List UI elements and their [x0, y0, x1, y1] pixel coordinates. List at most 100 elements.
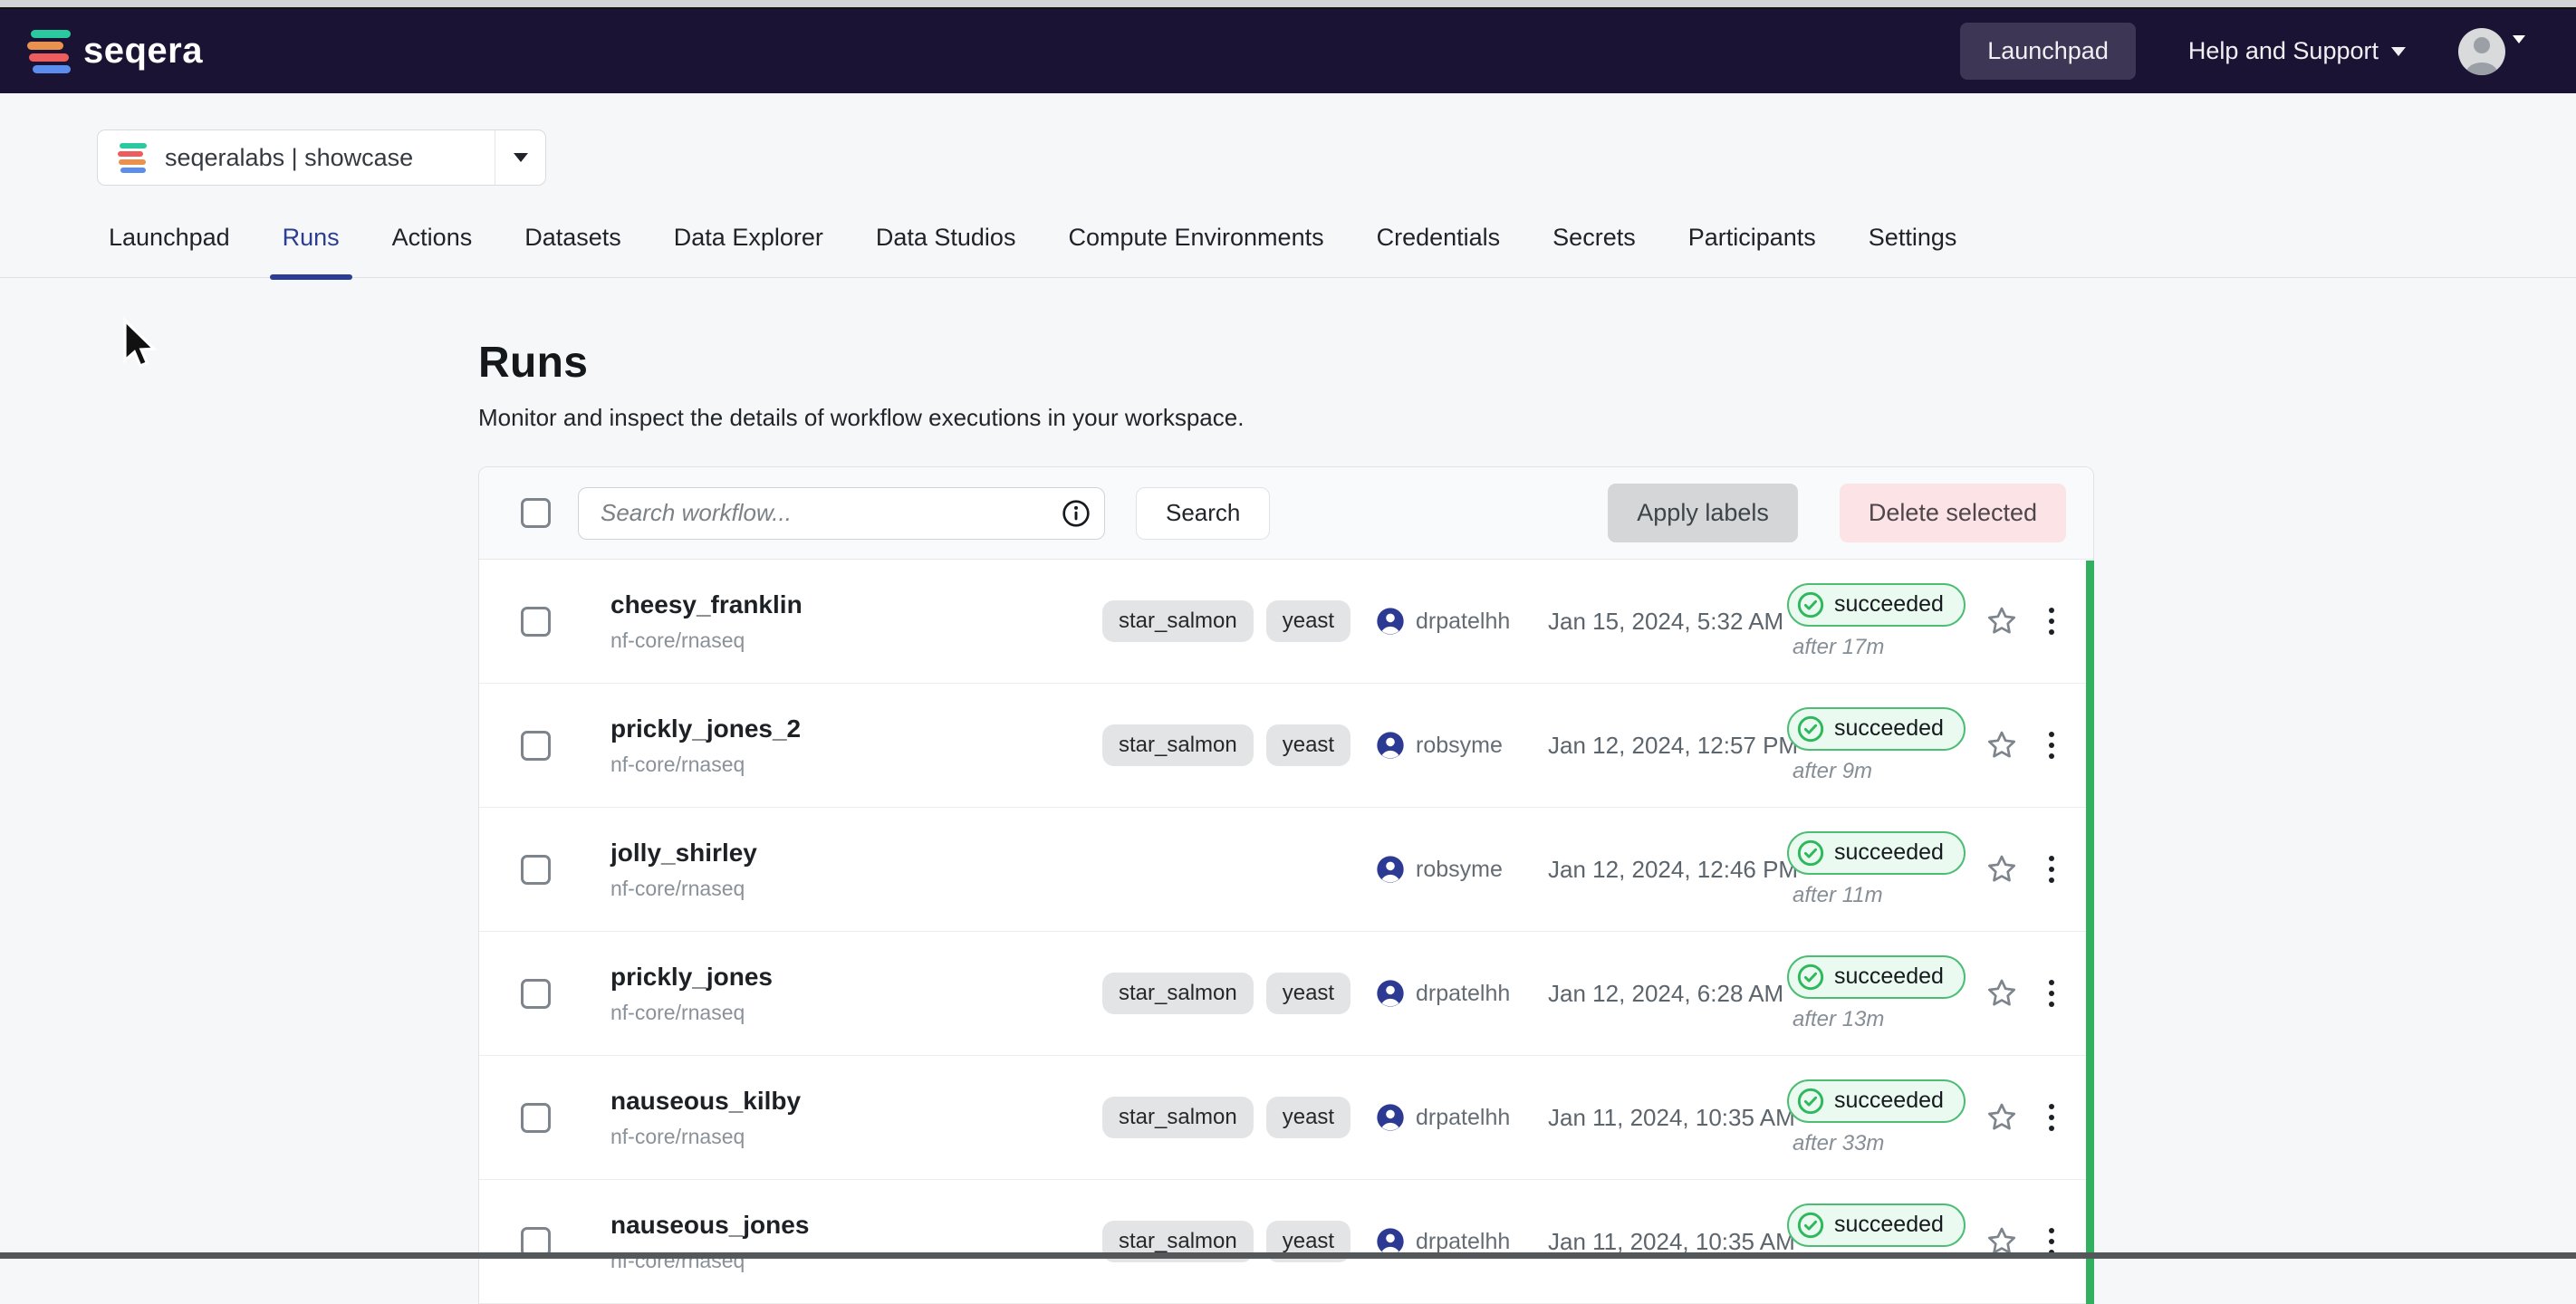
- row-checkbox[interactable]: [521, 979, 551, 1009]
- label-pill[interactable]: star_salmon: [1102, 973, 1254, 1014]
- label-pill[interactable]: yeast: [1266, 600, 1350, 642]
- top-navbar: seqera Launchpad Help and Support: [0, 9, 2576, 93]
- help-and-support-menu[interactable]: Help and Support: [2188, 37, 2406, 65]
- run-user-name: drpatelhh: [1416, 981, 1510, 1007]
- status-badge: succeeded: [1787, 1079, 1966, 1123]
- run-pipeline-repo: nf-core/rnaseq: [610, 628, 1075, 653]
- star-icon[interactable]: [1981, 851, 2023, 887]
- run-user-name: drpatelhh: [1416, 609, 1510, 635]
- run-row[interactable]: prickly_jones_2 nf-core/rnaseq star_salm…: [479, 684, 2093, 808]
- user-menu[interactable]: [2458, 28, 2525, 75]
- mouse-cursor: [114, 317, 165, 375]
- select-all-checkbox[interactable]: [521, 498, 551, 528]
- run-start-date: Jan 11, 2024, 10:35 AM: [1548, 1228, 1756, 1256]
- label-pill[interactable]: yeast: [1266, 1097, 1350, 1138]
- label-pill[interactable]: star_salmon: [1102, 600, 1254, 642]
- star-icon[interactable]: [1981, 603, 2023, 639]
- run-start-date: Jan 12, 2024, 12:57 PM: [1548, 732, 1756, 760]
- status-badge: succeeded: [1787, 831, 1966, 875]
- label-pill[interactable]: yeast: [1266, 973, 1350, 1014]
- run-launched-by: drpatelhh: [1376, 979, 1539, 1008]
- tab-credentials[interactable]: Credentials: [1375, 224, 1503, 277]
- avatar: [2458, 28, 2505, 75]
- run-row[interactable]: nauseous_jones nf-core/rnaseq star_salmo…: [479, 1180, 2093, 1304]
- tab-secrets[interactable]: Secrets: [1551, 224, 1638, 277]
- row-menu-kebab-icon[interactable]: [2037, 732, 2066, 759]
- row-checkbox[interactable]: [521, 607, 551, 637]
- run-status: succeeded after 11m: [1787, 831, 1974, 908]
- workspace-selector[interactable]: seqeralabs | showcase: [97, 129, 546, 186]
- status-badge: succeeded: [1787, 955, 1966, 999]
- label-pill[interactable]: star_salmon: [1102, 724, 1254, 766]
- check-circle-icon: [1796, 1087, 1825, 1116]
- run-status: succeeded after 33m: [1787, 1079, 1974, 1156]
- tab-launchpad[interactable]: Launchpad: [107, 224, 232, 277]
- status-label: succeeded: [1834, 964, 1944, 990]
- runs-toolbar: Search Apply labels Delete selected: [479, 467, 2093, 560]
- run-name[interactable]: nauseous_jones: [610, 1211, 1075, 1240]
- run-row[interactable]: prickly_jones nf-core/rnaseq star_salmon…: [479, 932, 2093, 1056]
- run-status: succeeded after 17m: [1787, 583, 1974, 660]
- run-start-date: Jan 11, 2024, 10:35 AM: [1548, 1104, 1756, 1132]
- row-menu-kebab-icon[interactable]: [2037, 608, 2066, 635]
- apply-labels-button[interactable]: Apply labels: [1608, 484, 1798, 542]
- tab-runs[interactable]: Runs: [281, 224, 341, 277]
- run-name[interactable]: prickly_jones: [610, 963, 1075, 992]
- run-name[interactable]: cheesy_franklin: [610, 590, 1075, 619]
- run-duration: after 9m: [1787, 759, 1974, 784]
- scroll-indicator-bar: [2086, 561, 2094, 1304]
- launchpad-button[interactable]: Launchpad: [1960, 23, 2136, 80]
- tab-data-studios[interactable]: Data Studios: [874, 224, 1018, 277]
- run-row[interactable]: nauseous_kilby nf-core/rnaseq star_salmo…: [479, 1056, 2093, 1180]
- run-pipeline-repo: nf-core/rnaseq: [610, 753, 1075, 777]
- row-checkbox[interactable]: [521, 855, 551, 885]
- status-label: succeeded: [1834, 1088, 1944, 1114]
- label-pill[interactable]: yeast: [1266, 724, 1350, 766]
- page-subtitle: Monitor and inspect the details of workf…: [478, 404, 2094, 432]
- run-duration: after 17m: [1787, 635, 1974, 660]
- search-button[interactable]: Search: [1136, 487, 1270, 540]
- star-icon[interactable]: [1981, 727, 2023, 763]
- delete-selected-button[interactable]: Delete selected: [1840, 484, 2066, 542]
- tab-actions[interactable]: Actions: [390, 224, 475, 277]
- row-checkbox[interactable]: [521, 1103, 551, 1133]
- check-circle-icon: [1796, 839, 1825, 868]
- run-pipeline-repo: nf-core/rnaseq: [610, 1001, 1075, 1025]
- check-circle-icon: [1796, 590, 1825, 619]
- workspace-selector-dropdown-toggle[interactable]: [495, 130, 545, 185]
- tab-datasets[interactable]: Datasets: [523, 224, 623, 277]
- row-menu-kebab-icon[interactable]: [2037, 980, 2066, 1007]
- tab-participants[interactable]: Participants: [1687, 224, 1818, 277]
- chevron-down-icon: [2391, 47, 2406, 56]
- check-circle-icon: [1796, 1211, 1825, 1240]
- row-menu-kebab-icon[interactable]: [2037, 856, 2066, 883]
- search-info-icon[interactable]: [1048, 488, 1104, 539]
- run-labels: star_salmonyeast: [1102, 973, 1303, 1014]
- tab-data-explorer[interactable]: Data Explorer: [672, 224, 825, 277]
- run-row[interactable]: jolly_shirley nf-core/rnaseq robsyme Jan…: [479, 808, 2093, 932]
- runs-list: cheesy_franklin nf-core/rnaseq star_salm…: [479, 560, 2093, 1304]
- row-menu-kebab-icon[interactable]: [2037, 1104, 2066, 1131]
- help-and-support-label: Help and Support: [2188, 37, 2379, 65]
- run-launched-by: drpatelhh: [1376, 607, 1539, 636]
- star-icon[interactable]: [1981, 1099, 2023, 1136]
- page-title: Runs: [478, 338, 2094, 388]
- run-name[interactable]: jolly_shirley: [610, 839, 1075, 868]
- tab-settings[interactable]: Settings: [1867, 224, 1959, 277]
- run-status: succeeded: [1787, 1203, 1974, 1280]
- row-menu-kebab-icon[interactable]: [2037, 1228, 2066, 1255]
- star-icon[interactable]: [1981, 975, 2023, 1012]
- run-start-date: Jan 12, 2024, 12:46 PM: [1548, 856, 1756, 884]
- status-badge: succeeded: [1787, 1203, 1966, 1247]
- run-name[interactable]: prickly_jones_2: [610, 714, 1075, 743]
- search-input[interactable]: [579, 488, 1048, 539]
- label-pill[interactable]: star_salmon: [1102, 1097, 1254, 1138]
- check-circle-icon: [1796, 963, 1825, 992]
- run-row[interactable]: cheesy_franklin nf-core/rnaseq star_salm…: [479, 560, 2093, 684]
- row-checkbox[interactable]: [521, 731, 551, 761]
- tab-compute-environments[interactable]: Compute Environments: [1066, 224, 1325, 277]
- run-user-name: drpatelhh: [1416, 1229, 1510, 1255]
- seqera-logo[interactable]: seqera: [27, 30, 203, 73]
- run-user-name: drpatelhh: [1416, 1105, 1510, 1131]
- run-name[interactable]: nauseous_kilby: [610, 1087, 1075, 1116]
